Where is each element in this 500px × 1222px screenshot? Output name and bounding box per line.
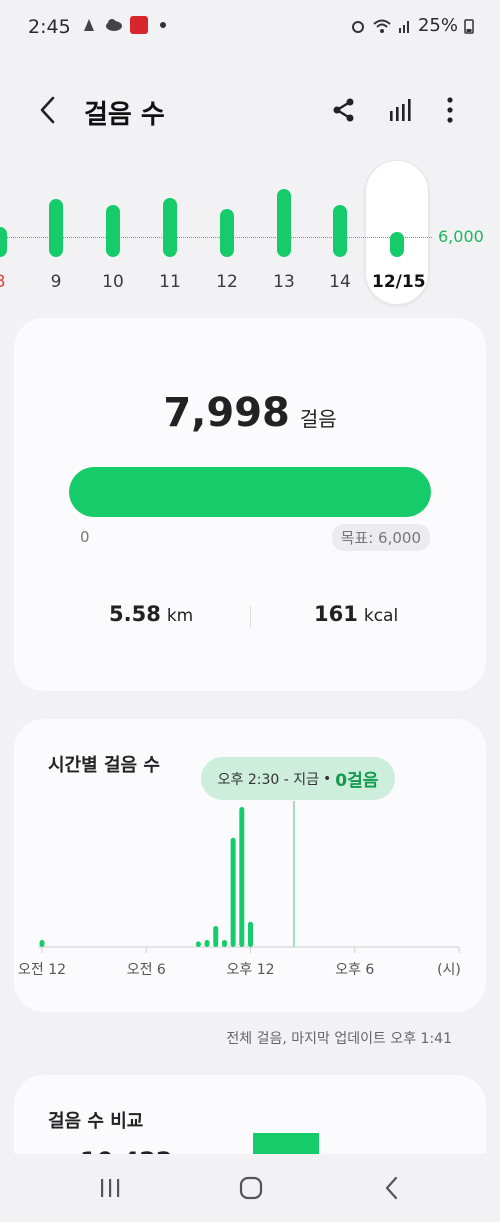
day-bar [163, 198, 177, 257]
cloud-icon [106, 19, 122, 31]
tooltip-separator: • [323, 770, 332, 787]
more-vert-icon [447, 97, 453, 123]
status-icons-right: 25% [350, 15, 474, 36]
hourly-x-tick-label: (시) [437, 962, 461, 978]
summary-card: 7,998 걸음 0 목표: 6,000 5.58 km 161 kcal [14, 318, 486, 691]
distance-value: 5.58 [109, 602, 161, 626]
distance-unit: km [166, 606, 194, 626]
day-bar [49, 199, 63, 257]
hourly-tooltip: 오후 2:30 - 지금 • 0걸음 [201, 757, 395, 800]
day-label: 8 [0, 272, 25, 292]
compare-title: 걸음 수 비교 [48, 1111, 144, 1132]
hourly-x-tick-label: 오전 6 [127, 962, 166, 978]
day-bar [277, 189, 291, 257]
day-bar [106, 205, 120, 257]
notification-app-icon [84, 19, 94, 31]
weekly-goal-label: 6,000 [438, 227, 484, 246]
hourly-bar [239, 807, 245, 947]
red-app-icon [130, 16, 148, 34]
recent-apps-icon [101, 1179, 120, 1197]
steps-unit: 걸음 [299, 407, 337, 431]
day-column[interactable]: 8 [0, 160, 25, 310]
update-note: 전체 걸음, 마지막 업데이트 오후 1:41 [226, 1031, 452, 1047]
hourly-x-tick-label: 오전 12 [18, 962, 66, 978]
share-button[interactable] [326, 92, 362, 128]
recent-apps-button[interactable] [90, 1172, 130, 1204]
page-title: 걸음 수 [84, 100, 165, 130]
day-bar [220, 209, 234, 257]
hourly-bar [195, 941, 201, 947]
back-icon [385, 1176, 398, 1200]
steps-total: 7,998 걸음 [14, 390, 486, 436]
metric-divider [250, 606, 251, 628]
distance-metric: 5.58 km [109, 602, 193, 626]
day-column[interactable]: 10 [88, 160, 138, 310]
day-column[interactable]: 12 [202, 160, 252, 310]
weekly-steps-strip: 6,000 8 9 10 11 12 13 14 12/15 [0, 160, 500, 310]
nav-back-button[interactable] [372, 1172, 412, 1204]
battery-level: 25% [417, 15, 458, 36]
signal-icon [398, 20, 409, 33]
stats-button[interactable] [382, 92, 418, 128]
goal-badge: 목표: 6,000 [331, 524, 430, 551]
day-label: 14 [329, 272, 351, 292]
hourly-bar [230, 837, 236, 947]
day-column[interactable]: 13 [259, 160, 309, 310]
day-column[interactable]: 14 [315, 160, 365, 310]
hourly-x-tick-label: 오후 12 [226, 962, 274, 978]
home-icon [239, 1176, 263, 1200]
status-bar: 2:45 25% [0, 0, 500, 56]
tooltip-value: 0걸음 [335, 771, 379, 791]
more-button[interactable] [432, 92, 468, 128]
steps-progress-fill [69, 467, 431, 517]
day-bar [390, 232, 404, 257]
hourly-steps-card[interactable]: 시간별 걸음 수 오전 12 오전 6 오후 12 오후 6 (시) 오후 2:30 -… [14, 719, 486, 1012]
steps-value: 7,998 [163, 390, 290, 436]
battery-icon [464, 18, 474, 34]
hourly-bar [204, 940, 210, 947]
app-bar: 걸음 수 [0, 80, 500, 140]
day-column[interactable]: 11 [145, 160, 195, 310]
home-button[interactable] [231, 1172, 271, 1204]
day-label: 11 [159, 272, 181, 292]
status-time: 2:45 [28, 16, 71, 38]
day-label: 12/15 [372, 272, 426, 292]
progress-min-label: 0 [80, 528, 90, 546]
hourly-bar [39, 940, 45, 947]
navigation-bar [0, 1154, 500, 1222]
tooltip-time: 오후 2:30 - 지금 [217, 771, 319, 788]
hourly-bar [248, 921, 253, 947]
day-bar [333, 205, 347, 257]
wifi-icon [373, 19, 391, 33]
day-bar [0, 227, 7, 257]
day-column[interactable]: 12/15 [372, 160, 426, 310]
chevron-left-icon [40, 96, 55, 124]
share-icon [333, 98, 354, 122]
stats-icon [390, 99, 411, 121]
back-button[interactable] [30, 92, 66, 128]
calories-value: 161 [314, 602, 358, 626]
dot-icon [160, 22, 166, 28]
steps-progress-bar [69, 467, 431, 517]
day-label: 10 [102, 272, 124, 292]
day-label: 9 [50, 272, 62, 292]
hourly-x-tick-label: 오후 6 [335, 962, 374, 978]
day-column[interactable]: 9 [31, 160, 81, 310]
status-icons-left [80, 16, 166, 34]
alarm-icon [351, 20, 364, 33]
calories-metric: 161 kcal [314, 602, 398, 626]
calories-unit: kcal [363, 606, 399, 626]
day-label: 12 [216, 272, 238, 292]
day-label: 13 [273, 272, 295, 292]
hourly-bar [213, 926, 219, 947]
hourly-bar [221, 940, 227, 947]
